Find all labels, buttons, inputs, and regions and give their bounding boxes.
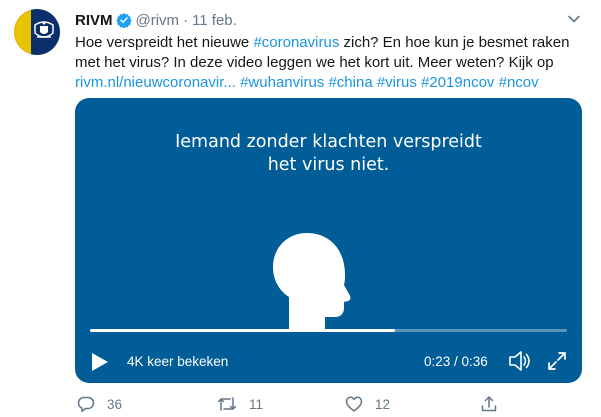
hashtag-china[interactable]: #china (328, 74, 372, 91)
heart-icon (345, 396, 363, 412)
reply-button[interactable]: 36 (77, 395, 122, 413)
caption-line: Iemand zonder klachten verspreidt (175, 132, 482, 152)
avatar[interactable] (14, 9, 60, 55)
video-player[interactable]: Iemand zonder klachten verspreidt het vi… (75, 98, 582, 383)
volume-icon[interactable] (508, 350, 532, 372)
retweet-icon (217, 397, 237, 411)
caption-line: het virus niet. (267, 155, 390, 175)
hashtag-virus[interactable]: #virus (377, 74, 417, 91)
tweet-actions: 36 11 12 (75, 395, 582, 415)
crest-icon (34, 21, 54, 38)
like-button[interactable]: 12 (345, 395, 390, 413)
hashtag-wuhanvirus[interactable]: #wuhanvirus (240, 74, 324, 91)
hashtag-coronavirus[interactable]: #coronavirus (253, 34, 339, 51)
tweet-link[interactable]: rivm.nl/nieuwcoronavir... (75, 74, 236, 91)
text-segment: Hoe verspreidt het nieuwe (75, 34, 254, 51)
fullscreen-icon[interactable] (547, 351, 567, 371)
reply-count: 36 (107, 396, 123, 412)
video-progress-fill (90, 329, 395, 332)
tweet: RIVM @rivm · 11 feb. Hoe verspreidt het … (0, 0, 601, 417)
separator-dot: · (183, 11, 189, 29)
reply-icon (77, 396, 95, 413)
author-handle[interactable]: @rivm (136, 12, 180, 29)
avatar-stripe (14, 9, 31, 55)
play-icon[interactable] (91, 352, 109, 372)
share-button[interactable] (480, 395, 510, 413)
video-caption: Iemand zonder klachten verspreidt het vi… (75, 131, 582, 177)
video-time: 0:23 / 0:36 (424, 354, 488, 369)
author-name[interactable]: RIVM (75, 12, 113, 29)
chevron-down-icon[interactable] (567, 12, 581, 26)
tweet-header: RIVM @rivm · 11 feb. (75, 10, 237, 30)
text-segment: zich? En hoe kun je besmet raken (339, 34, 570, 51)
video-progress-bar[interactable] (90, 329, 567, 332)
like-count: 12 (375, 396, 391, 412)
hashtag-ncov[interactable]: #ncov (499, 74, 539, 91)
retweet-count: 11 (249, 396, 264, 412)
head-silhouette-icon (273, 233, 351, 331)
verified-badge-icon (115, 13, 132, 28)
share-icon (481, 396, 497, 412)
hashtag-2019ncov[interactable]: #2019ncov (421, 74, 494, 91)
retweet-button[interactable]: 11 (217, 395, 263, 413)
text-segment: met het virus? In deze video leggen we h… (75, 54, 554, 71)
tweet-text: Hoe verspreidt het nieuwe #coronavirus z… (75, 33, 575, 93)
view-count: 4K keer bekeken (127, 354, 229, 369)
tweet-date[interactable]: 11 feb. (192, 12, 237, 29)
